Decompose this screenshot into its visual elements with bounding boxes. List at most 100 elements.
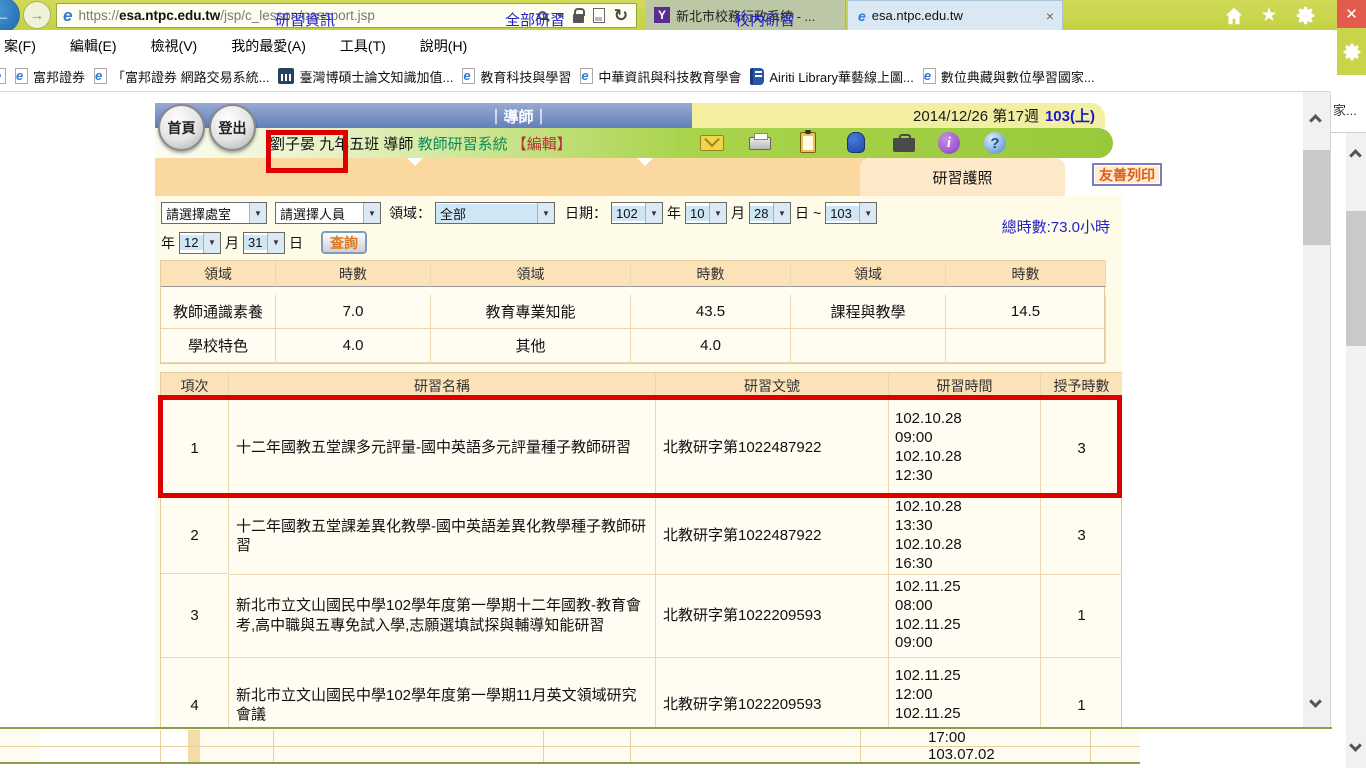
- scrollbar-thumb[interactable]: [1303, 150, 1330, 245]
- scrollbar-thumb[interactable]: [1346, 211, 1366, 346]
- print-icon[interactable]: [748, 131, 772, 155]
- menu-favorites[interactable]: 我的最愛(A): [231, 36, 306, 56]
- favorite-item[interactable]: 數位典藏與數位學習國家...: [923, 67, 1095, 86]
- mail-icon[interactable]: [700, 131, 724, 155]
- ie-favicon: e: [858, 8, 866, 24]
- favorite-item[interactable]: Airiti Library華藝線上圖...: [750, 67, 913, 86]
- end-month-select[interactable]: 12▼: [179, 232, 221, 254]
- record-doc-number: 北教研字第1022487922: [656, 498, 889, 575]
- chevron-down-icon: ▼: [363, 203, 380, 223]
- forward-button[interactable]: →: [23, 1, 51, 29]
- date-banner: 2014/12/26 第17週 103(上): [692, 103, 1105, 128]
- tab-notch: [637, 158, 653, 166]
- tab-workshop-passport-active[interactable]: 研習護照: [860, 158, 1065, 196]
- home-icon[interactable]: [1222, 4, 1246, 27]
- chevron-down-icon: ▼: [709, 203, 726, 223]
- start-month-select[interactable]: 10▼: [685, 202, 727, 224]
- system-name-link[interactable]: 教師研習系統: [418, 136, 508, 153]
- browser-tab-active[interactable]: e esa.ntpc.edu.tw ×: [847, 0, 1063, 30]
- ie-logo-icon: e: [63, 6, 72, 26]
- behind-window-bottom-border: [0, 762, 1140, 764]
- scrollbar-vertical[interactable]: [1303, 92, 1330, 727]
- record-doc-number: 北教研字第1022209593: [656, 658, 889, 727]
- info-icon[interactable]: i: [938, 131, 962, 155]
- tab-school-workshops[interactable]: 校內研習: [685, 0, 845, 38]
- favorite-item[interactable]: 「富邦證券 網路交易系統...: [94, 67, 269, 86]
- total-hours: 總時數:73.0小時: [1002, 216, 1110, 237]
- summary-header: 時數: [631, 261, 791, 287]
- backpack-icon[interactable]: [844, 131, 868, 155]
- menu-help[interactable]: 說明(H): [420, 36, 467, 56]
- summary-cell: 14.5: [946, 295, 1106, 329]
- favorites-star-icon[interactable]: ★: [1257, 4, 1281, 27]
- range-tilde: ~: [813, 205, 821, 221]
- summary-header: 領域: [431, 261, 631, 287]
- chevron-down-icon: ▼: [267, 233, 284, 253]
- start-year-select[interactable]: 102▼: [611, 202, 663, 224]
- scroll-down-icon[interactable]: [1349, 739, 1362, 752]
- summary-header: 時數: [276, 261, 431, 287]
- behind-window-scrollbar[interactable]: [1346, 133, 1366, 768]
- person-select[interactable]: 請選擇人員▼: [275, 202, 381, 224]
- home-page-button[interactable]: 首頁: [158, 104, 205, 151]
- airiti-book-icon: [750, 68, 764, 85]
- summary-cell: 4.0: [276, 329, 431, 363]
- record-hours: 1: [1041, 658, 1122, 727]
- end-year-select[interactable]: 103▼: [825, 202, 877, 224]
- summary-cell: 課程與教學: [791, 295, 946, 329]
- library-building-icon: [278, 68, 294, 84]
- scroll-up-icon[interactable]: [1349, 149, 1362, 162]
- favorite-item-clipped[interactable]: [0, 68, 6, 84]
- menu-view[interactable]: 檢視(V): [151, 36, 198, 56]
- month-label: 月: [731, 203, 745, 223]
- tools-gear-icon[interactable]: [1293, 4, 1317, 27]
- query-button[interactable]: 查詢: [321, 231, 367, 254]
- summary-cell: [946, 329, 1106, 363]
- term-text: 103(上): [1045, 105, 1095, 126]
- chevron-down-icon: ▼: [203, 233, 220, 253]
- help-icon[interactable]: ?: [984, 131, 1008, 155]
- tab-all-workshops[interactable]: 全部研習: [455, 0, 615, 38]
- filter-row-1: 請選擇處室▼ 請選擇人員▼ 領域： 全部▼ 日期： 102▼ 年 10▼ 月 2…: [161, 202, 877, 224]
- chevron-down-icon: ▼: [859, 203, 876, 223]
- department-select[interactable]: 請選擇處室▼: [161, 202, 267, 224]
- logout-button[interactable]: 登出: [209, 104, 256, 151]
- favorite-item[interactable]: 中華資訊與科技教育學會: [580, 67, 741, 86]
- favorite-item[interactable]: 臺灣博碩士論文知識加值...: [278, 67, 453, 86]
- summary-cell: 4.0: [631, 329, 791, 363]
- start-day-select[interactable]: 28▼: [749, 202, 791, 224]
- friendly-print-button[interactable]: 友善列印: [1092, 163, 1162, 186]
- ie-page-icon: [580, 68, 593, 84]
- summary-header: 領域: [161, 261, 276, 287]
- favorite-item[interactable]: 教育科技與學習: [462, 67, 571, 86]
- scroll-down-icon[interactable]: [1309, 695, 1322, 708]
- domain-select[interactable]: 全部▼: [435, 202, 555, 224]
- tab-workshop-info[interactable]: 研習資訊: [225, 0, 385, 38]
- screen: ← → e https://esa.ntpc.edu.tw/jsp/c_less…: [0, 0, 1366, 768]
- tab-close-icon[interactable]: ×: [1038, 8, 1054, 24]
- browser-menubar: 案(F) 編輯(E) 檢視(V) 我的最愛(A) 工具(T) 說明(H): [0, 30, 1330, 61]
- menu-file[interactable]: 案(F): [4, 36, 36, 56]
- record-name: 新北市立文山國民中學102學年度第一學期十二年國教-教育會考,高中職與五專免試入…: [229, 575, 656, 658]
- edit-link[interactable]: 【編輯】: [512, 136, 572, 153]
- summary-header: 領域: [791, 261, 946, 287]
- summary-table: 領域 時數 領域 時數 領域 時數 教師通識素養 7.0 教育專業知能 43.5…: [160, 260, 1105, 364]
- domain-label: 領域：: [389, 203, 431, 223]
- day-label: 日: [289, 233, 303, 253]
- clipboard-icon[interactable]: [796, 131, 820, 155]
- back-button[interactable]: ←: [0, 0, 20, 33]
- end-day-select[interactable]: 31▼: [243, 232, 285, 254]
- refresh-icon[interactable]: ↻: [614, 7, 628, 24]
- scroll-up-icon[interactable]: [1309, 114, 1322, 127]
- menu-tools[interactable]: 工具(T): [340, 36, 386, 56]
- window-close-button[interactable]: ✕: [1337, 0, 1366, 28]
- summary-header: 時數: [946, 261, 1106, 287]
- menu-edit[interactable]: 編輯(E): [70, 36, 117, 56]
- record-index: 2: [161, 498, 229, 574]
- record-index: 3: [161, 575, 229, 658]
- summary-cell: 其他: [431, 329, 631, 363]
- briefcase-icon[interactable]: [892, 131, 916, 155]
- user-role: 導師: [383, 136, 413, 153]
- behind-window-gear-icon[interactable]: [1337, 28, 1366, 75]
- favorite-item[interactable]: 富邦證券: [15, 67, 85, 86]
